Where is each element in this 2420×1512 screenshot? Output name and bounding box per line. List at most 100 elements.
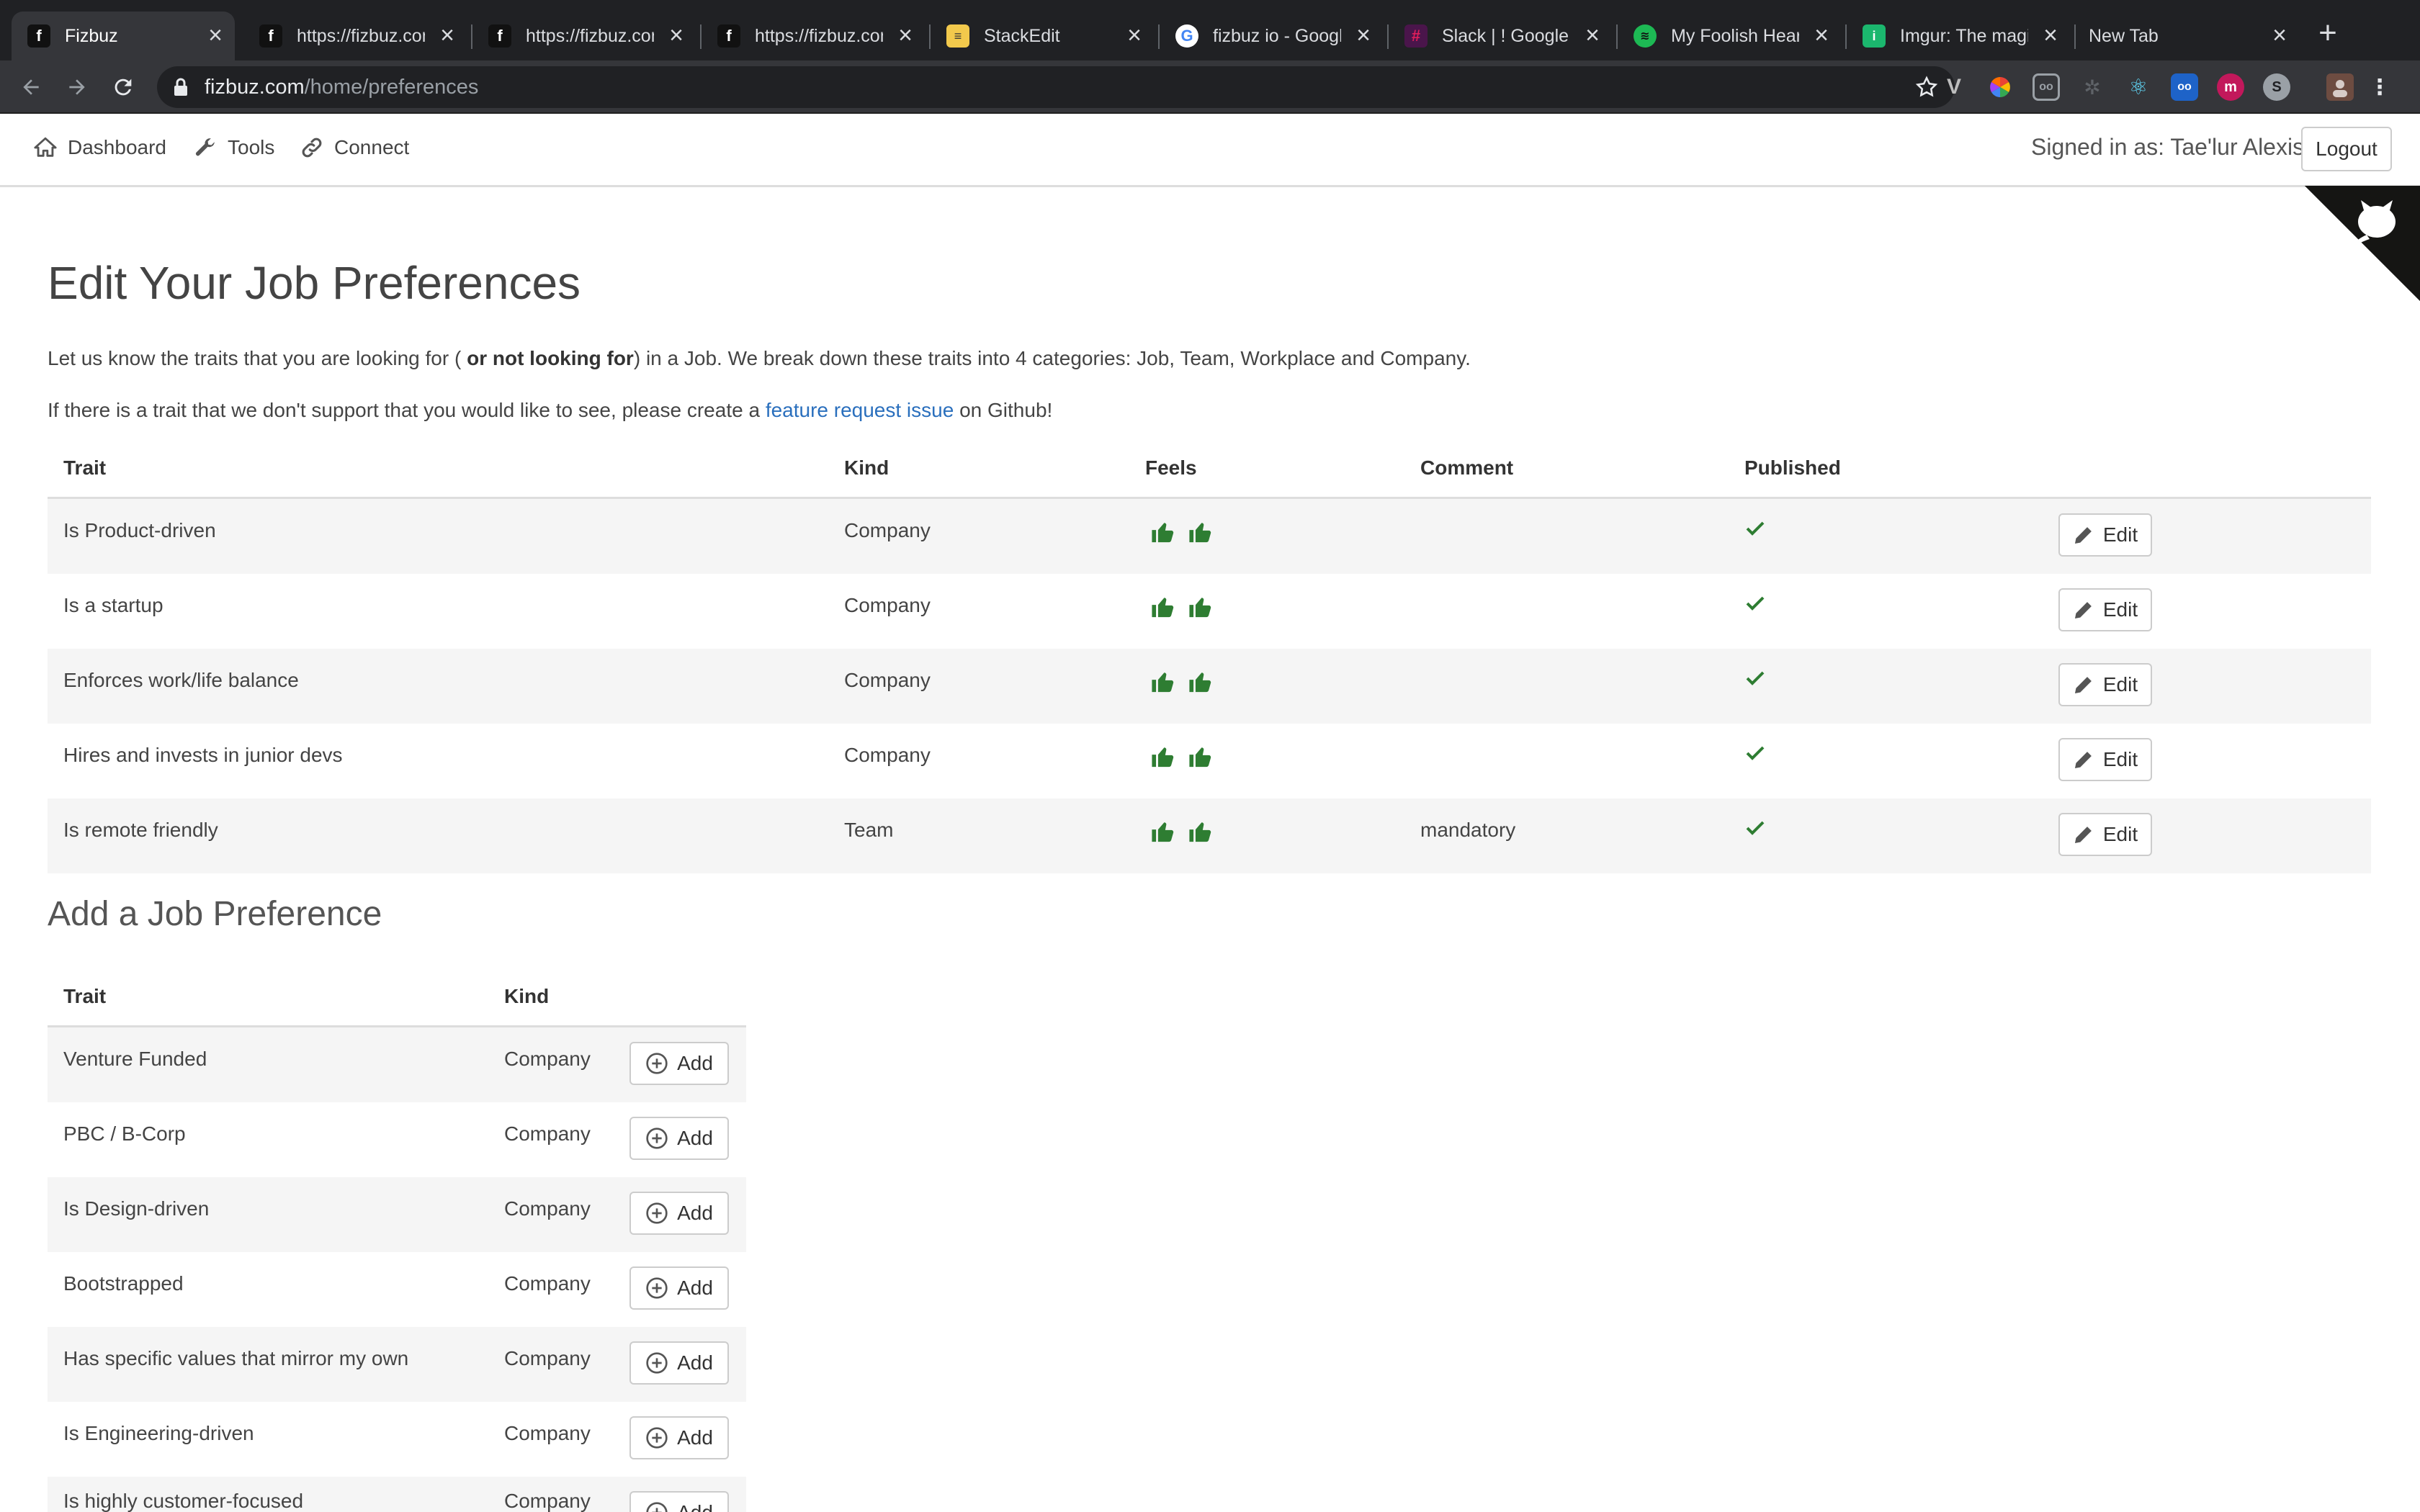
plus-circle-icon xyxy=(646,1277,668,1299)
tab-title: Imgur: The magic xyxy=(1900,25,2028,46)
trait-cell: Enforces work/life balance xyxy=(63,669,299,691)
add-button[interactable]: Add xyxy=(629,1341,729,1385)
github-corner-icon[interactable] xyxy=(2305,186,2420,301)
new-tab-icon[interactable]: + xyxy=(2312,17,2344,50)
ooo-icon[interactable]: oo xyxy=(2171,73,2198,101)
tab-new-tab[interactable]: New Tab × xyxy=(2076,12,2299,60)
imgur-favicon: i xyxy=(1863,24,1886,48)
nav-tools[interactable]: Tools xyxy=(193,135,274,160)
logout-button[interactable]: Logout xyxy=(2301,127,2392,171)
edit-button[interactable]: Edit xyxy=(2058,588,2152,631)
thumbs-up-icon xyxy=(1152,747,1174,768)
add-label: Add xyxy=(677,1052,713,1074)
column-header-kind: Kind xyxy=(844,456,889,479)
tab-fizbuz-3[interactable]: f https://fizbuz.com × xyxy=(472,12,696,60)
tab-fizbuz-4[interactable]: f https://fizbuz.com × xyxy=(702,12,925,60)
add-button[interactable]: Add xyxy=(629,1192,729,1235)
puzzle-icon[interactable]: ✲ xyxy=(2079,73,2106,101)
nav-connect[interactable]: Connect xyxy=(300,135,409,160)
edit-button[interactable]: Edit xyxy=(2058,663,2152,706)
intro-text: If there is a trait that we don't suppor… xyxy=(48,399,766,421)
react-devtools-icon[interactable]: ⚛ xyxy=(2125,73,2152,101)
bookmark-star-icon[interactable] xyxy=(1914,75,1939,99)
wrench-icon xyxy=(195,138,215,156)
close-tab-icon[interactable]: × xyxy=(1580,23,1605,48)
plus-circle-icon xyxy=(646,1053,668,1074)
edit-button[interactable]: Edit xyxy=(2058,813,2152,856)
address-bar[interactable]: fizbuz.com/home/preferences xyxy=(157,66,1955,108)
m-icon[interactable]: m xyxy=(2217,73,2244,101)
close-tab-icon[interactable]: × xyxy=(2038,23,2063,48)
table-row: Hires and invests in junior devs Company… xyxy=(48,724,2371,798)
kind-cell: Company xyxy=(844,519,931,541)
feels-cell xyxy=(1151,670,1213,693)
check-icon xyxy=(1746,746,1765,760)
table-row: Is Design-driven Company Add xyxy=(48,1177,746,1252)
home-icon xyxy=(34,137,57,157)
kind-cell: Company xyxy=(504,1197,591,1220)
table-row: Is highly customer-focused Company Add xyxy=(48,1477,746,1512)
thumbs-up-icon xyxy=(1152,523,1174,543)
color-wheel-icon[interactable] xyxy=(1986,73,2014,101)
browser-tab-bar: f Fizbuz × f https://fizbuz.com × f http… xyxy=(0,0,2420,60)
add-label: Add xyxy=(677,1277,713,1299)
kind-cell: Company xyxy=(504,1422,591,1444)
add-label: Add xyxy=(677,1127,713,1149)
close-tab-icon[interactable]: × xyxy=(1809,23,1834,48)
close-tab-icon[interactable]: × xyxy=(1351,23,1376,48)
s-icon[interactable]: S xyxy=(2263,73,2290,101)
trait-cell: PBC / B-Corp xyxy=(63,1122,186,1145)
feels-cell xyxy=(1151,595,1213,618)
nav-dashboard[interactable]: Dashboard xyxy=(33,135,166,160)
add-button[interactable]: Add xyxy=(629,1042,729,1085)
close-tab-icon[interactable]: × xyxy=(435,23,460,48)
fizbuz-favicon: f xyxy=(259,24,282,48)
vimium-icon[interactable]: V xyxy=(1940,73,1968,101)
signed-in-text: Signed in as: Tae'lur Alexis xyxy=(2031,134,2305,160)
tab-title: https://fizbuz.com xyxy=(526,25,654,46)
kind-cell: Company xyxy=(504,1490,591,1512)
tab-spotify[interactable]: ≋ My Foolish Heart × xyxy=(1618,12,1841,60)
tab-title: Slack | ! Google C xyxy=(1442,25,1570,46)
edit-label: Edit xyxy=(2102,598,2138,621)
column-header-trait: Trait xyxy=(63,985,107,1007)
edit-label: Edit xyxy=(2102,823,2138,845)
thumbs-up-icon xyxy=(1189,747,1211,768)
reload-icon[interactable] xyxy=(107,71,140,104)
nav-connect-label: Connect xyxy=(334,136,410,158)
add-button[interactable]: Add xyxy=(629,1416,729,1459)
reader-icon[interactable]: oo xyxy=(2033,73,2060,101)
tab-slack[interactable]: # Slack | ! Google C × xyxy=(1389,12,1612,60)
close-tab-icon[interactable]: × xyxy=(1122,23,1147,48)
forward-icon[interactable] xyxy=(60,71,94,104)
fizbuz-favicon: f xyxy=(488,24,511,48)
check-icon xyxy=(1746,521,1765,536)
feature-request-link[interactable]: feature request issue xyxy=(766,399,954,421)
browser-menu-icon[interactable]: ⋮ xyxy=(2369,73,2390,101)
tab-imgur[interactable]: i Imgur: The magic × xyxy=(1847,12,2070,60)
add-button[interactable]: Add xyxy=(629,1491,729,1512)
browser-toolbar: fizbuz.com/home/preferences V oo ✲ ⚛ oo … xyxy=(0,60,2420,114)
intro-text: Let us know the traits that you are look… xyxy=(48,347,467,369)
edit-button[interactable]: Edit xyxy=(2058,738,2152,781)
profile-avatar[interactable] xyxy=(2326,73,2354,101)
add-button[interactable]: Add xyxy=(629,1117,729,1160)
trait-cell: Is remote friendly xyxy=(63,819,218,841)
close-tab-icon[interactable]: × xyxy=(203,23,228,48)
tab-fizbuz[interactable]: f Fizbuz × xyxy=(12,12,235,60)
close-tab-icon[interactable]: × xyxy=(2267,23,2292,48)
close-tab-icon[interactable]: × xyxy=(893,23,918,48)
kind-cell: Company xyxy=(504,1347,591,1369)
tab-google[interactable]: G fizbuz io - Google × xyxy=(1160,12,1383,60)
intro-emphasis: or not looking for xyxy=(467,347,634,369)
tab-fizbuz-2[interactable]: f https://fizbuz.com × xyxy=(243,12,467,60)
close-tab-icon[interactable]: × xyxy=(664,23,689,48)
pencil-icon xyxy=(2074,527,2092,544)
column-header-kind: Kind xyxy=(504,985,550,1007)
add-button[interactable]: Add xyxy=(629,1266,729,1310)
edit-button[interactable]: Edit xyxy=(2058,513,2152,557)
back-icon[interactable] xyxy=(14,71,48,104)
thumbs-up-icon xyxy=(1152,672,1174,693)
edit-label: Edit xyxy=(2102,748,2138,770)
tab-stackedit[interactable]: ≡ StackEdit × xyxy=(931,12,1154,60)
